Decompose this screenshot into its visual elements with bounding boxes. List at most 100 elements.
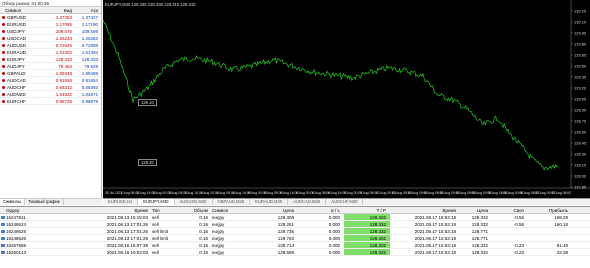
open-price: 128.713 bbox=[254, 242, 298, 248]
col-symbol[interactable]: Символ bbox=[212, 207, 254, 213]
profit: 42.38 bbox=[528, 249, 572, 255]
profit bbox=[528, 228, 572, 234]
market-watch-row[interactable]: EURUSD 1.17085 1.17190 bbox=[0, 21, 101, 28]
volume-text: 0.16 bbox=[199, 215, 208, 220]
ask-price: 0.72598 bbox=[81, 43, 98, 48]
symbol-name: AUDJPY bbox=[7, 64, 25, 69]
symbol: eurjpy bbox=[212, 249, 254, 255]
chart-tab-audusd[interactable]: AUDUSD,M30 bbox=[175, 199, 213, 205]
stop-loss: 0.000 bbox=[298, 221, 344, 227]
order-id-text: 16248624 bbox=[6, 222, 27, 227]
col-sl[interactable]: S / L bbox=[298, 207, 344, 213]
open-time: 2021.08.13 17:01:26 bbox=[90, 228, 152, 234]
trade-rows: 16247811 2021.08.13 16:15:03 sell 0.16 eurjp… bbox=[0, 214, 590, 256]
trade-row[interactable]: 16248624 2021.08.13 17:01:26 sell 0.16 eurjp… bbox=[0, 221, 590, 228]
market-watch-row[interactable]: AUDNZD 1.04832 1.04871 bbox=[0, 91, 101, 98]
level-label-129-10: 129.10 bbox=[138, 99, 157, 106]
take-profit: 128.332 bbox=[344, 221, 390, 227]
col-tp[interactable]: T / P bbox=[344, 207, 390, 213]
col-volume[interactable]: Объем bbox=[186, 207, 212, 213]
volume: 0.16 bbox=[186, 214, 212, 220]
market-watch-row[interactable]: GBPAUD 1.89348 1.89489 bbox=[0, 70, 101, 77]
profit-text: 61.49 bbox=[556, 243, 568, 248]
symbol-status-icon bbox=[2, 51, 5, 54]
trade-table: Ордер Время Тип Объем Символ Цена S / L … bbox=[0, 206, 590, 268]
ask-price: 0.66393 bbox=[81, 85, 98, 90]
chart-tab-audcad[interactable]: AUDCAD,M30 bbox=[288, 199, 327, 205]
col-symbol[interactable]: Символ bbox=[0, 7, 46, 13]
close-price: 128.771 bbox=[460, 228, 492, 234]
volume: 0.16 bbox=[186, 242, 212, 248]
trade-row[interactable]: 16247811 2021.08.13 16:15:03 sell 0.16 eurjp… bbox=[0, 214, 590, 221]
bid-price: 1.04832 bbox=[55, 92, 72, 97]
market-watch-row[interactable]: EURJPY 128.310 128.333 bbox=[0, 56, 101, 63]
order-icon bbox=[1, 251, 5, 254]
market-watch-row[interactable]: USDJPY 109.576 109.598 bbox=[0, 28, 101, 35]
col-open-time[interactable]: Время bbox=[90, 207, 152, 213]
ask-price: 1.89489 bbox=[81, 71, 98, 76]
market-watch-row[interactable]: EURAUD 1.61302 1.61394 bbox=[0, 49, 101, 56]
order-type-text: sell bbox=[152, 243, 159, 248]
close-price: 128.771 bbox=[460, 235, 492, 241]
ask-price: 1.26282 bbox=[81, 36, 98, 41]
symbol: eurjpy bbox=[212, 242, 254, 248]
chart-tab-eurusd[interactable]: EURUSD,H1 bbox=[103, 199, 139, 205]
bid-price: 1.37363 bbox=[55, 15, 72, 20]
price-tick-label: 129.65 bbox=[574, 53, 587, 58]
trade-row[interactable]: 16257565 2021.08.16 15:07:39 sell 0.16 eurjp… bbox=[0, 242, 590, 249]
chart-tab-euraud[interactable]: EURAUD,M30 bbox=[250, 199, 289, 205]
tab-symbols[interactable]: Символы bbox=[0, 199, 26, 205]
trade-row[interactable]: 16248626 2021.08.13 17:01:29 sell limit 0.1… bbox=[0, 235, 590, 242]
symbol-status-icon bbox=[2, 37, 5, 40]
close-time: 2021.08.17 15:53:18 bbox=[390, 235, 460, 241]
tab-tick-chart[interactable]: Тиковый график bbox=[25, 199, 64, 205]
order-id: 16248626 bbox=[0, 235, 90, 241]
symbol: eurjpy bbox=[212, 228, 254, 234]
trade-table-header: Ордер Время Тип Объем Символ Цена S / L … bbox=[0, 207, 590, 214]
price-tick-label: 129.80 bbox=[574, 42, 587, 47]
chart-tab-audchf[interactable]: AUDCHF,M30 bbox=[326, 199, 364, 205]
take-profit-text: 128.332 bbox=[369, 243, 386, 248]
market-watch-row[interactable]: GBPUSD 1.37363 1.37427 bbox=[0, 14, 101, 21]
open-price: 129.763 bbox=[254, 235, 298, 241]
market-watch-row[interactable]: AUDCHF 0.66312 0.66393 bbox=[0, 84, 101, 91]
trade-row[interactable]: 16248625 2021.08.13 17:01:26 sell limit 0.1… bbox=[0, 228, 590, 235]
market-watch-row[interactable]: AUDUSD 0.72545 0.72598 bbox=[0, 42, 101, 49]
col-bid[interactable]: Бид bbox=[46, 7, 74, 13]
col-swap[interactable]: Своп bbox=[492, 207, 528, 213]
price-chart[interactable]: EURJPY,M30 128.335 128.338 128.310 128.3… bbox=[103, 0, 590, 198]
close-time: 2021.08.17 15:53:18 bbox=[390, 221, 460, 227]
market-watch-row[interactable]: USDCAD 1.26233 1.26282 bbox=[0, 35, 101, 42]
chart-tab-gbpaud[interactable]: GBPAUD,M30 bbox=[213, 199, 251, 205]
price-tick-label: 129.35 bbox=[574, 75, 587, 80]
col-close-price[interactable]: Цена bbox=[460, 207, 492, 213]
price-tick-label: 130.25 bbox=[574, 9, 587, 14]
price-tick-label: 128.75 bbox=[574, 119, 587, 124]
price-tick-label: 128.90 bbox=[574, 108, 587, 113]
symbol-name: AUDCAD bbox=[7, 78, 27, 83]
profit-text: 42.38 bbox=[556, 250, 568, 255]
trade-row[interactable]: 16260143 2021.08.16 19:53:03 sell 0.16 eurjp… bbox=[0, 249, 590, 256]
take-profit: 128.332 bbox=[344, 242, 390, 248]
stop-loss-text: 0.000 bbox=[328, 215, 340, 220]
chart-canvas[interactable]: EURJPY,M30 128.335 128.338 128.310 128.3… bbox=[103, 0, 590, 198]
col-order[interactable]: Ордер bbox=[0, 207, 90, 213]
close-time: 2021.08.17 15:53:18 bbox=[390, 242, 460, 248]
close-price: 128.332 bbox=[460, 242, 492, 248]
col-close-time[interactable]: Время bbox=[390, 207, 460, 213]
take-profit: 128.332 bbox=[344, 249, 390, 255]
swap bbox=[492, 235, 528, 241]
chart-tab-eurjpy[interactable]: EURJPY,M30 bbox=[138, 199, 175, 205]
order-id: 16260143 bbox=[0, 249, 90, 255]
price-tick-label: 127.85 bbox=[574, 185, 587, 190]
col-profit[interactable]: Прибыль bbox=[528, 207, 572, 213]
col-type[interactable]: Тип bbox=[152, 207, 186, 213]
profit bbox=[528, 235, 572, 241]
market-watch-row[interactable]: AUDJPY 79.463 79.529 bbox=[0, 63, 101, 70]
market-watch-row[interactable]: EURCHF 0.98738 0.98879 bbox=[0, 98, 101, 105]
profit-text: 168.28 bbox=[554, 215, 568, 220]
price-tick-label: 129.50 bbox=[574, 64, 587, 69]
col-open-price[interactable]: Цена bbox=[254, 207, 298, 213]
col-ask[interactable]: Аск bbox=[74, 7, 100, 13]
market-watch-row[interactable]: AUDCAD 0.91556 0.91654 bbox=[0, 77, 101, 84]
